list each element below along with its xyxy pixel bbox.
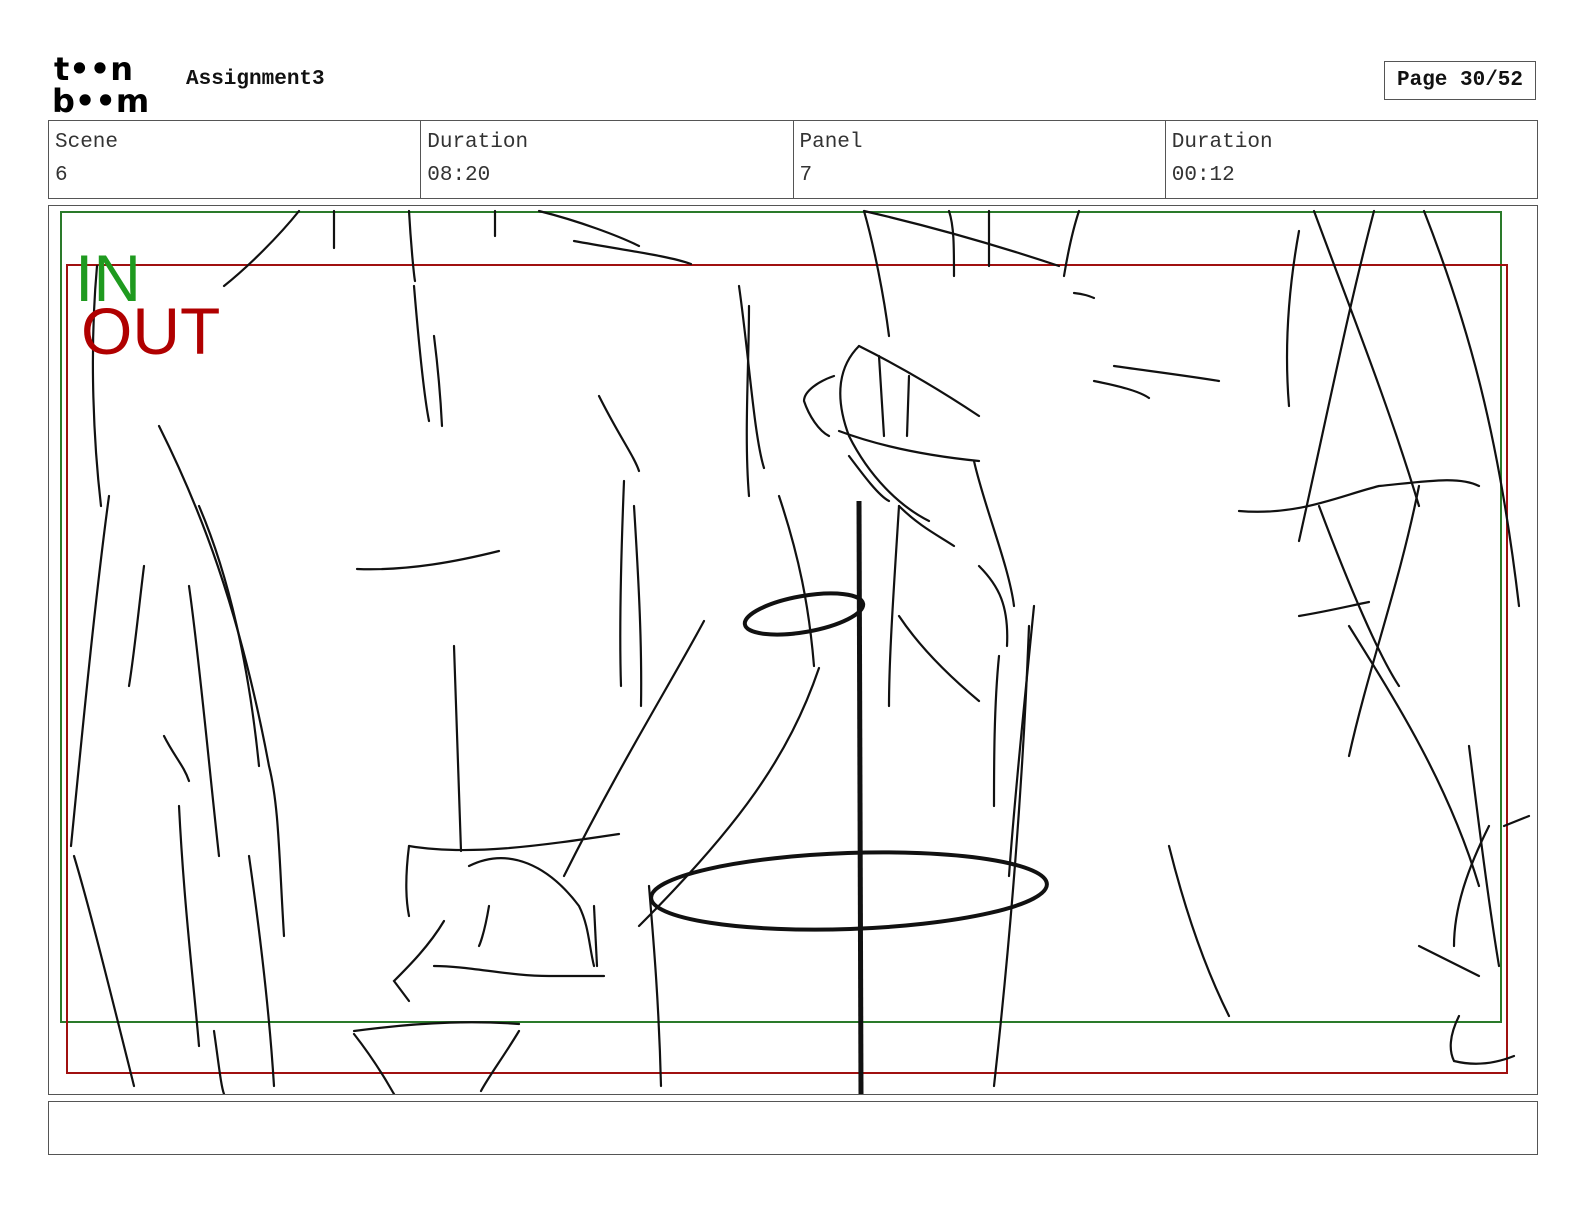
- scene-duration-label: Duration: [427, 131, 529, 154]
- scene-duration-cell: Duration 08:20: [421, 121, 794, 198]
- sketch-lines: [69, 209, 1531, 1094]
- panel-value: 7: [799, 164, 813, 187]
- lower-ring-stroke: [649, 850, 1049, 932]
- in-camera-frame: [60, 211, 1502, 1023]
- out-label: OUT: [81, 294, 220, 368]
- panel-duration-value: 00:12: [1171, 164, 1235, 187]
- panel-duration-label: Duration: [1171, 131, 1273, 154]
- scene-label: Scene: [55, 131, 119, 154]
- project-title: Assignment3: [186, 68, 325, 91]
- page-indicator: Page 30/52: [1384, 61, 1536, 100]
- out-camera-frame: [66, 264, 1508, 1074]
- panel-duration-cell: Duration 00:12: [1166, 121, 1537, 198]
- upper-ring-stroke: [742, 591, 866, 637]
- panel-cell: Panel 7: [794, 121, 1166, 198]
- storyboard-sketch: IN OUT: [60, 209, 1531, 1094]
- vertical-guide-stroke: [856, 500, 864, 1094]
- panel-info-table: Scene 6 Duration 08:20 Panel 7 Duration …: [48, 120, 1538, 199]
- scene-cell: Scene 6: [49, 121, 422, 198]
- logo-line-2: b••m: [52, 82, 149, 114]
- storyboard-panel: IN OUT: [48, 205, 1538, 1095]
- toon-boom-logo: t••n b••m: [52, 50, 149, 114]
- scene-value: 6: [55, 164, 68, 187]
- scene-duration-value: 08:20: [427, 164, 491, 187]
- panel-label: Panel: [799, 131, 863, 154]
- caption-box: [48, 1101, 1538, 1155]
